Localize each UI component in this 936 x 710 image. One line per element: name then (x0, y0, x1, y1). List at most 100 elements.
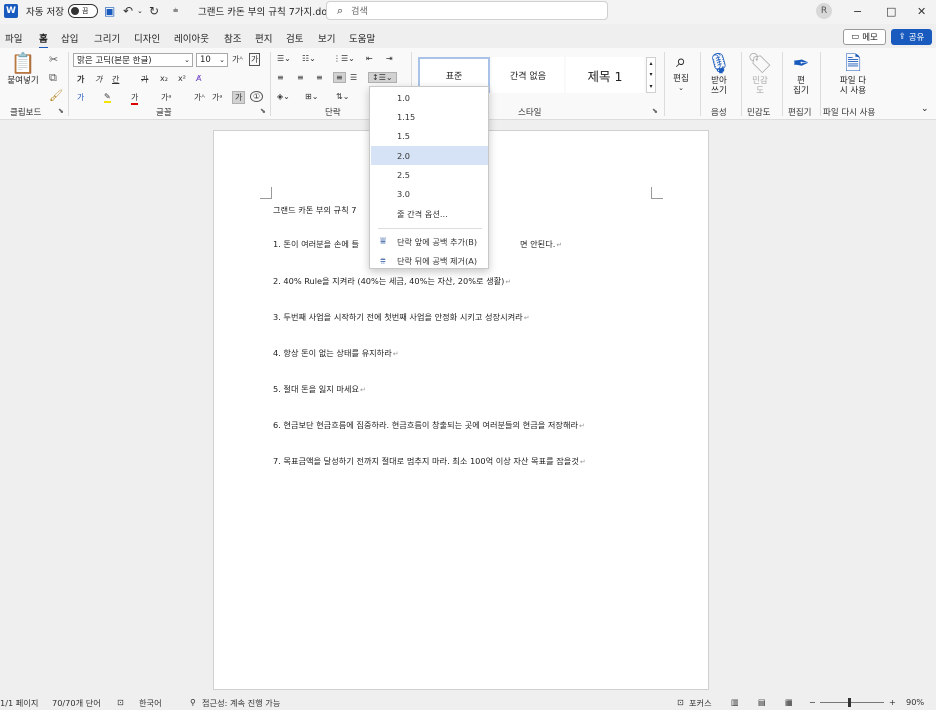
line-spacing-options[interactable]: 줄 간격 옵션... (371, 204, 488, 223)
zoom-in-icon[interactable]: + (889, 697, 896, 707)
styles-scroll[interactable]: ▴ ▾ ▾ (646, 57, 656, 93)
share-button[interactable]: ⇪ 공유 (891, 29, 932, 45)
multilevel-list-icon[interactable]: ⋮☰⌄ (333, 54, 355, 63)
doc-paragraph[interactable]: 6. 현금보단 현금흐름에 집중하라. 현금흐름이 창출되는 곳에 여러분들의 … (273, 419, 585, 431)
accessibility-status[interactable]: 접근성: 계속 진행 가능 (202, 697, 280, 709)
shrink-font-size-icon[interactable]: 가ᵃ (212, 92, 223, 103)
sensitivity-button[interactable]: 🏷 민감 도 (745, 52, 775, 96)
tab-draw[interactable]: 그리기 (94, 31, 120, 45)
bold-icon[interactable]: 가 (77, 74, 84, 85)
sort-icon[interactable]: ⇅⌄ (336, 92, 349, 101)
doc-paragraph[interactable]: 7. 목표금액을 달성하기 전까지 절대로 멈추지 마라. 최소 100억 이상… (273, 455, 586, 467)
format-painter-icon[interactable]: 🖌 (49, 90, 63, 101)
tab-view[interactable]: 보기 (318, 31, 335, 45)
highlight-icon[interactable]: ✎ (104, 92, 111, 103)
focus-button[interactable]: 포커스 (689, 697, 712, 709)
tab-references[interactable]: 참조 (224, 31, 241, 45)
font-launcher-icon[interactable]: ⬊ (260, 107, 266, 115)
dictate-button[interactable]: 🎙 받아 쓰기 (704, 52, 734, 96)
change-case-icon[interactable]: 가ᵃ (161, 92, 172, 103)
strikethrough-icon[interactable]: 가 (141, 74, 148, 85)
zoom-out-icon[interactable]: − (809, 697, 816, 707)
page-count[interactable]: 1/1 페이지 (0, 697, 38, 709)
align-left-icon[interactable]: ≡ (277, 73, 284, 82)
phonetic-guide-icon[interactable]: 가 (249, 53, 261, 66)
shading-icon[interactable]: ◈⌄ (277, 92, 290, 101)
zoom-level[interactable]: 90% (906, 697, 924, 707)
doc-paragraph[interactable]: 면 안된다.↵ (520, 238, 562, 250)
proofing-icon[interactable]: ⊡ (117, 697, 124, 707)
font-name-combo[interactable]: 맑은 고딕(본문 한글) ⌄ (73, 53, 193, 67)
comments-button[interactable]: ▭ 메모 (843, 29, 886, 45)
tab-design[interactable]: 디자인 (134, 31, 160, 45)
search-box[interactable]: ⌕ 검색 (326, 1, 608, 20)
distributed-icon[interactable]: ☰ (350, 73, 357, 82)
autosave-toggle[interactable]: 끔 (68, 4, 98, 18)
bullets-icon[interactable]: ☰⌄ (277, 54, 291, 63)
increase-indent-icon[interactable]: ⇥ (386, 54, 393, 63)
minimize-button[interactable]: − (853, 0, 862, 22)
redo-icon[interactable]: ↻ (149, 0, 159, 22)
tab-help[interactable]: 도움말 (349, 31, 375, 45)
tab-insert[interactable]: 삽입 (61, 31, 78, 45)
print-layout-icon[interactable]: ▤ (758, 697, 766, 707)
numbering-icon[interactable]: ☷⌄ (302, 54, 316, 63)
char-shading-icon[interactable]: 가 (232, 91, 246, 104)
web-layout-icon[interactable]: ▦ (785, 697, 793, 707)
tab-review[interactable]: 검토 (286, 31, 303, 45)
align-right-icon[interactable]: ≡ (316, 73, 323, 82)
line-spacing-button[interactable]: ↕☰⌄ (368, 72, 397, 83)
spacing-option-1-15[interactable]: 1.15 (371, 107, 488, 126)
tab-layout[interactable]: 레이아웃 (174, 31, 209, 45)
tab-mailings[interactable]: 편지 (255, 31, 272, 45)
clipboard-launcher-icon[interactable]: ⬊ (58, 107, 64, 115)
doc-paragraph[interactable]: 1. 돈이 여러분을 손에 들 (273, 238, 359, 250)
profile-avatar[interactable]: R (816, 3, 832, 19)
remove-space-after-item[interactable]: ⩷ 단락 뒤에 공백 제거(A) (371, 251, 488, 270)
editor-button[interactable]: ✒ 편 집기 (786, 52, 816, 96)
doc-paragraph[interactable]: 그랜드 카돈 부의 규칙 7 (273, 204, 356, 216)
customize-qat-icon[interactable]: ⩧ (173, 0, 178, 22)
align-center-icon[interactable]: ≡ (297, 73, 304, 82)
zoom-slider-thumb[interactable] (847, 698, 851, 707)
copy-icon[interactable]: ⧉ (49, 72, 57, 83)
font-size-combo[interactable]: 10 ⌄ (196, 53, 228, 67)
decrease-indent-icon[interactable]: ⇤ (366, 54, 373, 63)
tab-file[interactable]: 파일 (5, 31, 22, 45)
close-button[interactable]: ✕ (917, 0, 926, 22)
subscript-icon[interactable]: x₂ (160, 74, 168, 83)
editing-button[interactable]: ⌕ 편집 ⌄ (667, 52, 695, 92)
read-mode-icon[interactable]: ▥ (731, 697, 739, 707)
spacing-option-3-0[interactable]: 3.0 (371, 184, 488, 203)
underline-icon[interactable]: 간 (112, 74, 119, 85)
undo-dropdown-icon[interactable]: ⌄ (137, 0, 143, 22)
styles-launcher-icon[interactable]: ⬊ (652, 107, 658, 115)
maximize-button[interactable]: □ (886, 0, 896, 22)
zoom-slider[interactable] (820, 702, 884, 703)
doc-paragraph[interactable]: 2. 40% Rule을 지켜라 (40%는 세금, 40%는 자산, 20%로… (273, 275, 511, 287)
spacing-option-1-0[interactable]: 1.0 (371, 88, 488, 107)
spacing-option-1-5[interactable]: 1.5 (371, 126, 488, 145)
language[interactable]: 한국어 (139, 697, 162, 709)
paste-button[interactable]: 📋 붙여넣기 (6, 52, 40, 86)
spacing-option-2-0[interactable]: 2.0 (371, 146, 488, 165)
collapse-ribbon-icon[interactable]: ⌄ (921, 104, 929, 114)
doc-paragraph[interactable]: 4. 항상 돈이 없는 상태를 유지하라↵ (273, 347, 399, 359)
undo-icon[interactable]: ↶ (123, 0, 133, 22)
superscript-icon[interactable]: x² (178, 74, 186, 83)
tab-home[interactable]: 홈 (39, 31, 48, 49)
reuse-files-button[interactable]: 🗎 파일 다 시 사용 (830, 52, 876, 96)
doc-paragraph[interactable]: 3. 두번째 사업을 시작하기 전에 첫번째 사업을 안정화 시키고 성장시켜라… (273, 311, 530, 323)
cut-icon[interactable]: ✂ (49, 54, 58, 65)
justify-icon[interactable]: ≡ (333, 72, 346, 83)
text-effects-icon[interactable]: 가 (77, 92, 84, 103)
enclose-char-icon[interactable]: ① (250, 91, 264, 102)
font-color-icon[interactable]: 가 (131, 92, 139, 105)
add-space-before-item[interactable]: ⩸ 단락 앞에 공백 추가(B) (371, 232, 488, 251)
style-heading1[interactable]: 제목 1 (566, 57, 644, 93)
clear-format-icon[interactable]: A̸ (196, 74, 201, 83)
borders-icon[interactable]: ⊞⌄ (305, 92, 318, 101)
doc-paragraph[interactable]: 5. 절대 돈을 잃지 마세요↵ (273, 383, 366, 395)
spacing-option-2-5[interactable]: 2.5 (371, 165, 488, 184)
grow-font-icon[interactable]: 가ᴬ (232, 54, 243, 65)
